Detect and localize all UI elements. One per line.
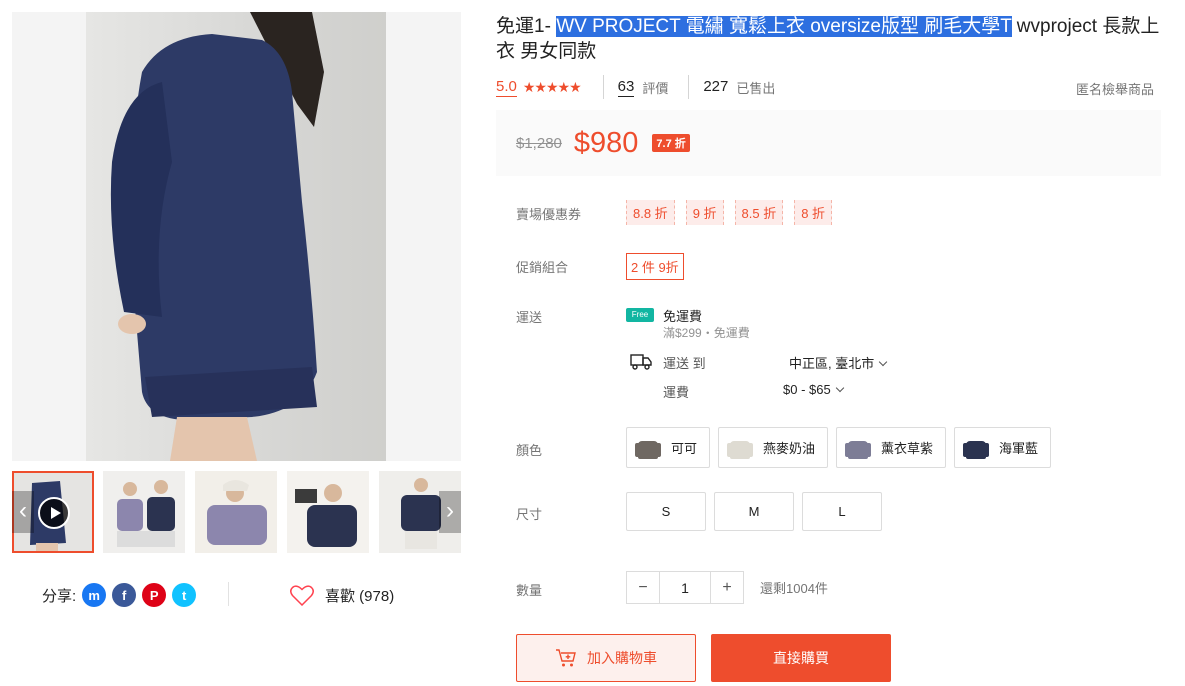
free-shipping-condition: 滿$299・免運費 [663, 326, 750, 340]
add-to-cart-label: 加入購物車 [587, 650, 657, 666]
quantity-plus-button[interactable]: + [711, 572, 743, 603]
current-price: $980 [573, 126, 639, 159]
rating-stars-icon: ★★★★★ [522, 78, 582, 95]
heart-icon [290, 584, 314, 606]
voucher-chip[interactable]: 8 折 [794, 200, 833, 225]
free-shipping-truck-icon: Free [626, 308, 654, 322]
color-options: 可可 燕麥奶油 薰衣草紫 海軍藍 [626, 427, 1059, 468]
like-count-label: 喜歡 (978) [325, 587, 395, 605]
thumbnail-strip: ‹ › [12, 471, 461, 553]
thumbnail-3[interactable] [195, 471, 277, 553]
quantity-box: − 1 + [626, 571, 744, 604]
quantity-stepper: − 1 + 還剩1004件 [626, 571, 828, 604]
chevron-down-icon [835, 383, 844, 393]
thumbnail-image [103, 471, 185, 553]
product-stats: 5.0 ★★★★★ 63 評價 227 已售出 匿名檢舉商品 [496, 74, 1156, 100]
quantity-input[interactable]: 1 [659, 572, 711, 603]
voucher-list: 8.8 折 9 折 8.5 折 8 折 [626, 200, 843, 225]
original-price: $1,280 [516, 134, 562, 152]
size-option-m[interactable]: M [714, 492, 794, 531]
shipping-fee-select[interactable]: $0 - $65 [783, 382, 844, 397]
model-figure [110, 12, 324, 461]
color-option-lavender[interactable]: 薰衣草紫 [836, 427, 947, 468]
ship-to-label: 運送 到 [663, 356, 706, 371]
color-label: 顏色 [516, 443, 543, 458]
add-to-cart-button[interactable]: 加入購物車 [516, 634, 696, 682]
color-option-label: 燕麥奶油 [763, 441, 816, 456]
cart-plus-icon [556, 649, 576, 667]
color-option-oat[interactable]: 燕麥奶油 [718, 427, 829, 468]
messenger-icon[interactable]: m [82, 583, 107, 607]
color-option-label: 薰衣草紫 [881, 441, 934, 456]
thumbnail-4[interactable] [287, 471, 369, 553]
pinterest-icon[interactable]: P [142, 583, 167, 607]
size-option-s[interactable]: S [626, 492, 706, 531]
sweatshirt-swatch-icon [845, 435, 872, 461]
color-option-label: 海軍藍 [999, 441, 1039, 456]
stock-remaining: 還剩1004件 [760, 581, 828, 596]
sweatshirt-swatch-icon [635, 435, 661, 461]
buy-now-button[interactable]: 直接購買 [711, 634, 891, 682]
gallery-prev-arrow-icon[interactable]: ‹ [12, 491, 34, 533]
voucher-label: 賣場優惠券 [516, 207, 582, 222]
title-prefix: 免運1- [496, 16, 557, 37]
voucher-chip[interactable]: 9 折 [685, 200, 724, 225]
stats-divider [688, 75, 690, 99]
size-options: S M L [626, 492, 890, 531]
shipping-label: 運送 [516, 310, 543, 325]
shipping-fee-label: 運費 [663, 385, 690, 400]
title-selected-text: WV PROJECT 電繡 寬鬆上衣 oversize版型 刷毛大學T [556, 16, 1012, 37]
thumbnail-image [195, 471, 277, 553]
review-count[interactable]: 63 [617, 78, 635, 97]
report-link[interactable]: 匿名檢舉商品 [1076, 79, 1154, 98]
shipping-fee-value: $0 - $65 [783, 382, 831, 397]
sold-count: 227 [703, 78, 729, 95]
quantity-minus-button[interactable]: − [627, 572, 659, 603]
review-label: 評價 [642, 80, 669, 96]
bundle-label: 促銷組合 [516, 260, 569, 275]
bundle-deal-chip[interactable]: 2 件 9折 [626, 253, 684, 280]
ship-to-select[interactable]: 中正區, 臺北市 [789, 353, 888, 372]
main-product-image[interactable] [12, 12, 461, 461]
sold-label: 已售出 [736, 80, 776, 96]
voucher-chip[interactable]: 8.8 折 [626, 200, 675, 225]
quantity-label: 數量 [516, 583, 543, 598]
voucher-chip[interactable]: 8.5 折 [734, 200, 784, 225]
stats-divider [602, 75, 604, 99]
share-bar: 分享: m f P t [42, 582, 197, 608]
facebook-icon[interactable]: f [112, 583, 137, 607]
size-label: 尺寸 [516, 507, 543, 522]
thumbnail-2[interactable] [103, 471, 185, 553]
thumbnail-image [287, 471, 369, 553]
share-label: 分享: [42, 587, 77, 605]
sweatshirt-swatch-icon [727, 435, 754, 461]
product-title: 免運1- WV PROJECT 電繡 寬鬆上衣 oversize版型 刷毛大學T… [496, 14, 1161, 64]
color-option-label: 可可 [671, 441, 698, 456]
share-like-divider [228, 582, 229, 606]
like-button[interactable]: 喜歡 (978) [290, 582, 394, 608]
color-option-navy[interactable]: 海軍藍 [954, 427, 1052, 468]
delivery-truck-icon [630, 354, 652, 370]
price-panel: $1,280 $980 7.7 折 [496, 110, 1161, 176]
gallery-next-arrow-icon[interactable]: › [439, 491, 461, 533]
shipping-destination: 運送 到 中正區, 臺北市 運費 $0 - $65 [626, 352, 926, 402]
ship-to-value: 中正區, 臺北市 [789, 356, 875, 371]
free-shipping-title: 免運費 [663, 309, 703, 324]
discount-badge: 7.7 折 [652, 134, 690, 152]
chevron-down-icon [878, 357, 888, 367]
play-video-icon[interactable] [38, 497, 70, 529]
rating-score[interactable]: 5.0 [496, 78, 517, 97]
sweatshirt-swatch-icon [963, 435, 990, 461]
color-option-cocoa[interactable]: 可可 [626, 427, 711, 468]
twitter-icon[interactable]: t [172, 583, 197, 607]
size-option-l[interactable]: L [802, 492, 882, 531]
